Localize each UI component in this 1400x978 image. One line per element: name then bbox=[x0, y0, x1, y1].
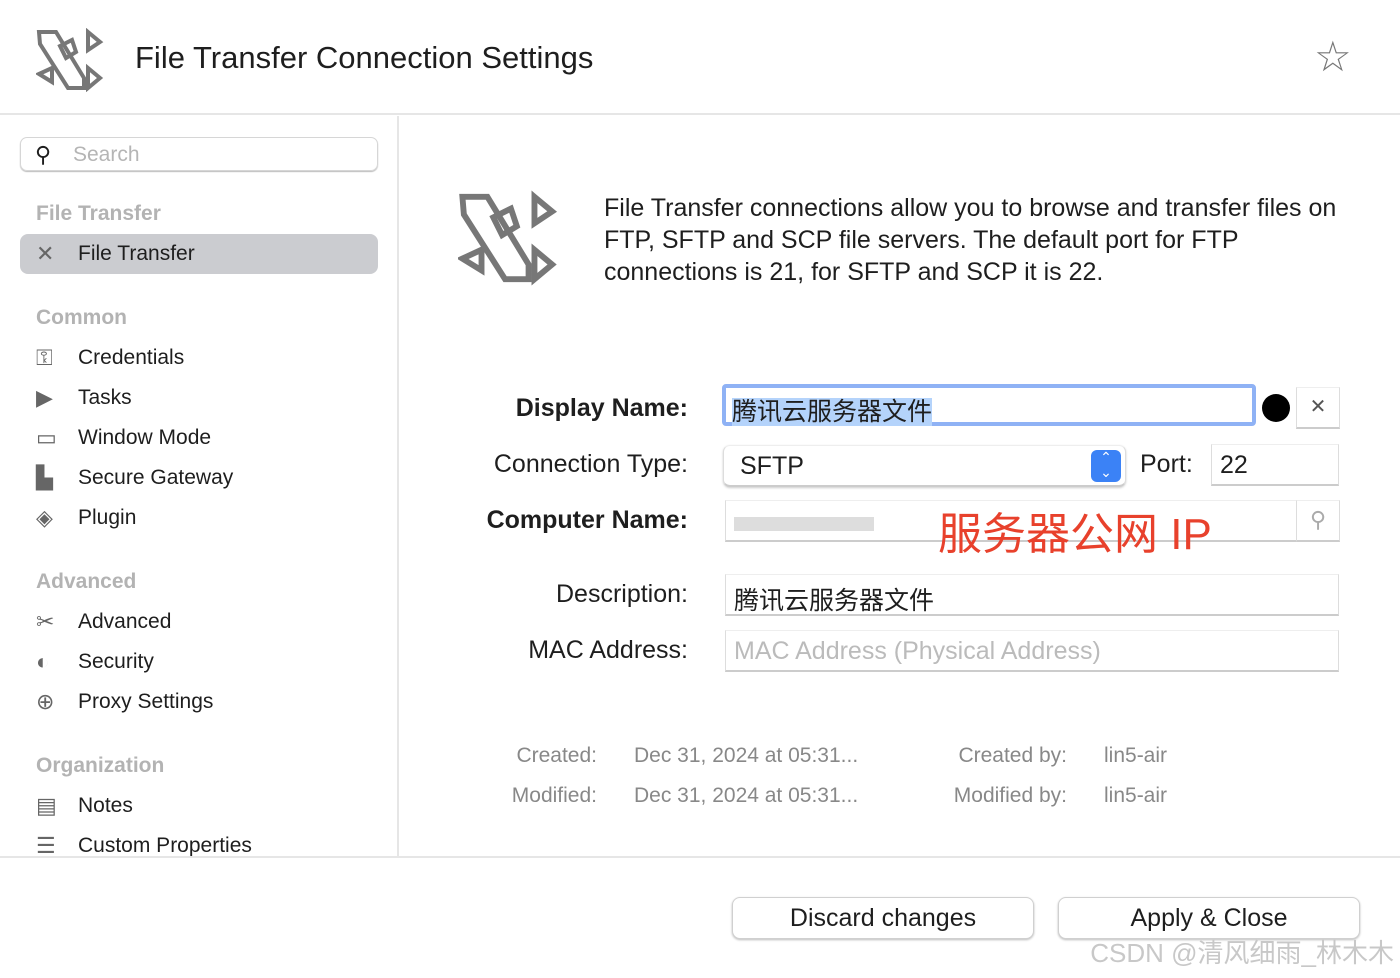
shield-icon: ◐ bbox=[36, 649, 50, 674]
section-organization: Organization bbox=[36, 754, 165, 777]
sidebar-item-advanced[interactable]: ✂ Advanced bbox=[20, 602, 378, 642]
icon-picker-button[interactable]: ✕ bbox=[1296, 387, 1340, 429]
item-label: Custom Properties bbox=[78, 834, 252, 856]
file-transfer-icon: ✕ bbox=[36, 241, 55, 266]
modified-by-label: Modified by: bbox=[953, 784, 1067, 807]
mac-label: MAC Address: bbox=[528, 636, 688, 664]
item-label: File Transfer bbox=[78, 242, 195, 265]
search-input[interactable]: ⚲ Search bbox=[20, 137, 378, 171]
computer-name-label: Computer Name: bbox=[486, 506, 688, 534]
item-label: Security bbox=[78, 650, 154, 673]
item-label: Window Mode bbox=[78, 426, 212, 449]
connection-type-select[interactable]: SFTP ⌃ ⌄ bbox=[723, 445, 1126, 487]
connection-type-label: Connection Type: bbox=[493, 450, 688, 478]
window-icon: ▭ bbox=[36, 425, 57, 450]
globe-icon: ⊕ bbox=[36, 689, 55, 714]
item-label: Proxy Settings bbox=[78, 690, 214, 713]
sidebar-item-file-transfer[interactable]: ✕ File Transfer bbox=[20, 234, 378, 274]
section-common: Common bbox=[36, 306, 127, 329]
display-name-input[interactable]: 腾讯云服务器文件 bbox=[722, 384, 1256, 426]
modified-value: Dec 31, 2024 at 05:31... bbox=[634, 784, 859, 807]
tools-icon: ✂ bbox=[36, 609, 55, 634]
display-name-label: Display Name: bbox=[515, 394, 688, 422]
file-transfer-logo-icon bbox=[36, 28, 104, 92]
watermark: CSDN @清风细雨_林木木 bbox=[1090, 938, 1394, 968]
item-label: Plugin bbox=[78, 506, 137, 529]
section-file-transfer: File Transfer bbox=[36, 202, 161, 225]
display-name-value: 腾讯云服务器文件 bbox=[732, 398, 933, 426]
annotation-text: 服务器公网 IP bbox=[938, 510, 1212, 559]
connection-type-value: SFTP bbox=[740, 452, 804, 480]
sidebar-item-notes[interactable]: ▤ Notes bbox=[20, 786, 378, 826]
created-value: Dec 31, 2024 at 05:31... bbox=[634, 744, 859, 767]
port-input[interactable]: 22 bbox=[1211, 444, 1339, 486]
mac-address-input[interactable]: MAC Address (Physical Address) bbox=[725, 630, 1339, 672]
search-placeholder: Search bbox=[73, 143, 140, 166]
chevron-updown-icon: ⌃ ⌄ bbox=[1091, 450, 1121, 482]
sidebar-item-plugin[interactable]: ◈ Plugin bbox=[20, 498, 378, 538]
redacted-value bbox=[734, 517, 874, 531]
section-advanced: Advanced bbox=[36, 570, 137, 593]
main-panel: File Transfer connections allow you to b… bbox=[400, 116, 1400, 856]
notes-icon: ▤ bbox=[36, 793, 57, 818]
description-label: Description: bbox=[556, 580, 688, 608]
plugin-icon: ◈ bbox=[36, 505, 53, 530]
page-title: File Transfer Connection Settings bbox=[135, 40, 594, 75]
sidebar-item-proxy-settings[interactable]: ⊕ Proxy Settings bbox=[20, 682, 378, 722]
color-picker-button[interactable] bbox=[1262, 394, 1290, 422]
sidebar-item-custom-properties[interactable]: ☰ Custom Properties bbox=[20, 826, 378, 856]
created-by-label: Created by: bbox=[958, 744, 1067, 767]
item-label: Advanced bbox=[78, 610, 172, 633]
description-text: File Transfer connections allow you to b… bbox=[604, 194, 1337, 286]
file-transfer-large-icon bbox=[458, 190, 558, 286]
created-by-value: lin5-air bbox=[1104, 744, 1168, 767]
modified-label: Modified: bbox=[511, 784, 597, 807]
item-label: Credentials bbox=[78, 346, 185, 369]
port-label: Port: bbox=[1140, 450, 1193, 478]
search-icon: ⚲ bbox=[35, 142, 52, 167]
discard-changes-button[interactable]: Discard changes bbox=[732, 897, 1034, 939]
gateway-icon: ▙ bbox=[36, 465, 53, 490]
sidebar-item-secure-gateway[interactable]: ▙ Secure Gateway bbox=[20, 458, 378, 498]
created-label: Created: bbox=[516, 744, 597, 767]
sidebar-item-security[interactable]: ◐ Security bbox=[20, 642, 378, 682]
browse-search-icon[interactable]: ⚲ bbox=[1296, 500, 1340, 542]
tasks-icon: ▶ bbox=[36, 385, 53, 410]
sidebar: ⚲ Search File Transfer ✕ File Transfer Co… bbox=[0, 116, 399, 856]
sidebar-item-tasks[interactable]: ▶ Tasks bbox=[20, 378, 378, 418]
header: File Transfer Connection Settings ☆ bbox=[0, 0, 1400, 115]
modified-by-value: lin5-air bbox=[1104, 784, 1168, 807]
sidebar-item-window-mode[interactable]: ▭ Window Mode bbox=[20, 418, 378, 458]
sidebar-item-credentials[interactable]: ⚿ Credentials bbox=[20, 338, 378, 378]
description-input[interactable]: 腾讯云服务器文件 bbox=[725, 574, 1339, 616]
favorite-star-icon[interactable]: ☆ bbox=[1314, 36, 1352, 78]
key-icon: ⚿ bbox=[36, 345, 53, 370]
item-label: Tasks bbox=[78, 386, 132, 409]
item-label: Notes bbox=[78, 794, 133, 817]
item-label: Secure Gateway bbox=[78, 466, 234, 489]
footer: Discard changes Apply & Close CSDN @清风细雨… bbox=[0, 856, 1400, 978]
list-icon: ☰ bbox=[36, 833, 56, 856]
